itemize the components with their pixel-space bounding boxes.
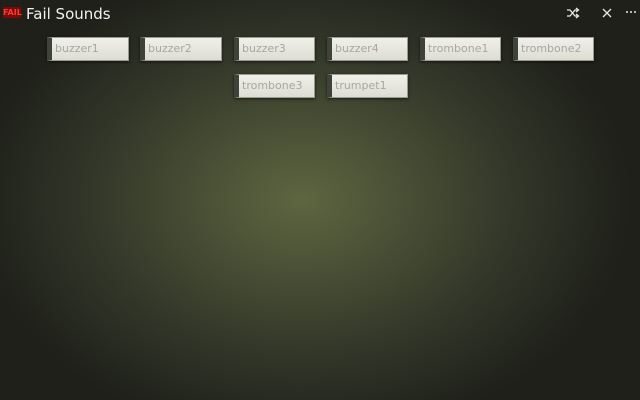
- sound-button-buzzer3[interactable]: buzzer3: [234, 37, 315, 61]
- sound-button-buzzer4[interactable]: buzzer4: [327, 37, 408, 61]
- app-logo: FAIL: [3, 7, 22, 18]
- sound-button-buzzer2[interactable]: buzzer2: [140, 37, 222, 61]
- shuffle-icon[interactable]: [563, 4, 583, 22]
- more-options-icon[interactable]: [621, 3, 640, 21]
- sound-button-trombone1[interactable]: trombone1: [420, 37, 501, 61]
- sound-button-trumpet1[interactable]: trumpet1: [327, 74, 408, 98]
- sound-button-trombone2[interactable]: trombone2: [513, 37, 594, 61]
- sound-button-trombone3[interactable]: trombone3: [234, 74, 315, 98]
- close-icon[interactable]: [597, 4, 617, 22]
- sound-button-buzzer1[interactable]: buzzer1: [47, 37, 129, 61]
- title-bar: FAIL Fail Sounds: [0, 0, 640, 28]
- app-title: Fail Sounds: [26, 5, 111, 23]
